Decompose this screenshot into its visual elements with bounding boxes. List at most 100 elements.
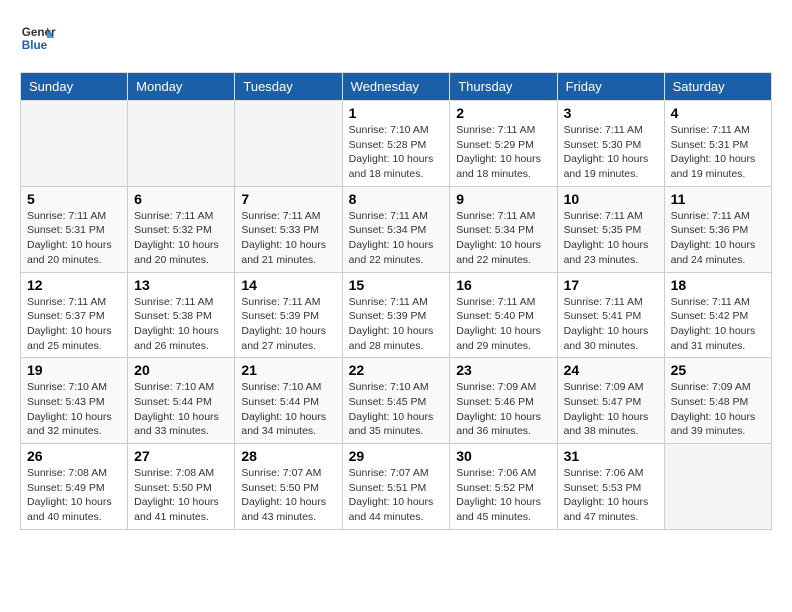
- day-info: Sunrise: 7:11 AMSunset: 5:39 PMDaylight:…: [241, 295, 335, 354]
- calendar-week-row: 5Sunrise: 7:11 AMSunset: 5:31 PMDaylight…: [21, 186, 772, 272]
- day-number: 11: [671, 191, 765, 207]
- calendar-day-cell: 4 Sunrise: 7:11 AMSunset: 5:31 PMDaylight…: [664, 101, 771, 187]
- day-info: Sunrise: 7:11 AMSunset: 5:37 PMDaylight:…: [27, 295, 121, 354]
- day-number: 22: [349, 362, 444, 378]
- day-number: 6: [134, 191, 228, 207]
- calendar-day-cell: 10 Sunrise: 7:11 AMSunset: 5:35 PMDayligh…: [557, 186, 664, 272]
- day-info: Sunrise: 7:11 AMSunset: 5:31 PMDaylight:…: [27, 209, 121, 268]
- day-info: Sunrise: 7:07 AMSunset: 5:51 PMDaylight:…: [349, 466, 444, 525]
- calendar-day-cell: 23 Sunrise: 7:09 AMSunset: 5:46 PMDayligh…: [450, 358, 557, 444]
- calendar-header-row: SundayMondayTuesdayWednesdayThursdayFrid…: [21, 73, 772, 101]
- day-info: Sunrise: 7:09 AMSunset: 5:46 PMDaylight:…: [456, 380, 550, 439]
- page-header: General Blue: [20, 20, 772, 56]
- day-number: 29: [349, 448, 444, 464]
- calendar-week-row: 19 Sunrise: 7:10 AMSunset: 5:43 PMDayligh…: [21, 358, 772, 444]
- calendar-header-saturday: Saturday: [664, 73, 771, 101]
- calendar-day-cell: 6 Sunrise: 7:11 AMSunset: 5:32 PMDaylight…: [128, 186, 235, 272]
- day-number: 27: [134, 448, 228, 464]
- day-info: Sunrise: 7:11 AMSunset: 5:32 PMDaylight:…: [134, 209, 228, 268]
- day-info: Sunrise: 7:06 AMSunset: 5:53 PMDaylight:…: [564, 466, 658, 525]
- day-info: Sunrise: 7:09 AMSunset: 5:48 PMDaylight:…: [671, 380, 765, 439]
- calendar-day-cell: [664, 444, 771, 530]
- day-info: Sunrise: 7:11 AMSunset: 5:33 PMDaylight:…: [241, 209, 335, 268]
- day-number: 23: [456, 362, 550, 378]
- calendar-day-cell: 13 Sunrise: 7:11 AMSunset: 5:38 PMDayligh…: [128, 272, 235, 358]
- calendar-day-cell: 3Sunrise: 7:11 AMSunset: 5:30 PMDaylight…: [557, 101, 664, 187]
- day-number: 28: [241, 448, 335, 464]
- calendar-day-cell: [235, 101, 342, 187]
- calendar-header-friday: Friday: [557, 73, 664, 101]
- calendar-week-row: 1 Sunrise: 7:10 AMSunset: 5:28 PMDaylight…: [21, 101, 772, 187]
- calendar-header-thursday: Thursday: [450, 73, 557, 101]
- calendar-day-cell: [21, 101, 128, 187]
- calendar-day-cell: 15 Sunrise: 7:11 AMSunset: 5:39 PMDayligh…: [342, 272, 450, 358]
- day-info: Sunrise: 7:10 AMSunset: 5:44 PMDaylight:…: [241, 380, 335, 439]
- calendar-day-cell: 25 Sunrise: 7:09 AMSunset: 5:48 PMDayligh…: [664, 358, 771, 444]
- day-info: Sunrise: 7:11 AMSunset: 5:38 PMDaylight:…: [134, 295, 228, 354]
- calendar-day-cell: 28 Sunrise: 7:07 AMSunset: 5:50 PMDayligh…: [235, 444, 342, 530]
- day-info: Sunrise: 7:11 AMSunset: 5:29 PMDaylight:…: [456, 123, 550, 182]
- calendar-day-cell: 5Sunrise: 7:11 AMSunset: 5:31 PMDaylight…: [21, 186, 128, 272]
- day-number: 7: [241, 191, 335, 207]
- day-number: 10: [564, 191, 658, 207]
- day-info: Sunrise: 7:11 AMSunset: 5:35 PMDaylight:…: [564, 209, 658, 268]
- day-info: Sunrise: 7:11 AMSunset: 5:31 PMDaylight:…: [671, 123, 765, 182]
- day-number: 9: [456, 191, 550, 207]
- day-number: 17: [564, 277, 658, 293]
- day-number: 21: [241, 362, 335, 378]
- calendar-header-sunday: Sunday: [21, 73, 128, 101]
- calendar-day-cell: 19 Sunrise: 7:10 AMSunset: 5:43 PMDayligh…: [21, 358, 128, 444]
- calendar-table: SundayMondayTuesdayWednesdayThursdayFrid…: [20, 72, 772, 530]
- day-number: 25: [671, 362, 765, 378]
- calendar-day-cell: 12 Sunrise: 7:11 AMSunset: 5:37 PMDayligh…: [21, 272, 128, 358]
- day-number: 30: [456, 448, 550, 464]
- calendar-day-cell: 16Sunrise: 7:11 AMSunset: 5:40 PMDayligh…: [450, 272, 557, 358]
- calendar-header-wednesday: Wednesday: [342, 73, 450, 101]
- day-number: 18: [671, 277, 765, 293]
- day-number: 19: [27, 362, 121, 378]
- day-info: Sunrise: 7:11 AMSunset: 5:41 PMDaylight:…: [564, 295, 658, 354]
- day-info: Sunrise: 7:08 AMSunset: 5:49 PMDaylight:…: [27, 466, 121, 525]
- calendar-day-cell: 30Sunrise: 7:06 AMSunset: 5:52 PMDayligh…: [450, 444, 557, 530]
- calendar-header-monday: Monday: [128, 73, 235, 101]
- day-number: 4: [671, 105, 765, 121]
- day-number: 31: [564, 448, 658, 464]
- day-info: Sunrise: 7:11 AMSunset: 5:39 PMDaylight:…: [349, 295, 444, 354]
- day-info: Sunrise: 7:11 AMSunset: 5:42 PMDaylight:…: [671, 295, 765, 354]
- day-info: Sunrise: 7:09 AMSunset: 5:47 PMDaylight:…: [564, 380, 658, 439]
- day-number: 1: [349, 105, 444, 121]
- day-number: 8: [349, 191, 444, 207]
- day-number: 12: [27, 277, 121, 293]
- calendar-day-cell: 26 Sunrise: 7:08 AMSunset: 5:49 PMDayligh…: [21, 444, 128, 530]
- day-number: 26: [27, 448, 121, 464]
- day-number: 20: [134, 362, 228, 378]
- calendar-day-cell: 21 Sunrise: 7:10 AMSunset: 5:44 PMDayligh…: [235, 358, 342, 444]
- day-info: Sunrise: 7:11 AMSunset: 5:30 PMDaylight:…: [564, 123, 658, 182]
- calendar-day-cell: 11 Sunrise: 7:11 AMSunset: 5:36 PMDayligh…: [664, 186, 771, 272]
- day-info: Sunrise: 7:10 AMSunset: 5:28 PMDaylight:…: [349, 123, 444, 182]
- day-number: 24: [564, 362, 658, 378]
- day-info: Sunrise: 7:10 AMSunset: 5:44 PMDaylight:…: [134, 380, 228, 439]
- calendar-header-tuesday: Tuesday: [235, 73, 342, 101]
- calendar-day-cell: 27 Sunrise: 7:08 AMSunset: 5:50 PMDayligh…: [128, 444, 235, 530]
- calendar-day-cell: 29 Sunrise: 7:07 AMSunset: 5:51 PMDayligh…: [342, 444, 450, 530]
- day-info: Sunrise: 7:10 AMSunset: 5:43 PMDaylight:…: [27, 380, 121, 439]
- day-info: Sunrise: 7:07 AMSunset: 5:50 PMDaylight:…: [241, 466, 335, 525]
- logo: General Blue: [20, 20, 56, 56]
- calendar-day-cell: 24 Sunrise: 7:09 AMSunset: 5:47 PMDayligh…: [557, 358, 664, 444]
- day-number: 14: [241, 277, 335, 293]
- day-info: Sunrise: 7:11 AMSunset: 5:34 PMDaylight:…: [456, 209, 550, 268]
- day-info: Sunrise: 7:11 AMSunset: 5:34 PMDaylight:…: [349, 209, 444, 268]
- calendar-day-cell: 20 Sunrise: 7:10 AMSunset: 5:44 PMDayligh…: [128, 358, 235, 444]
- calendar-day-cell: [128, 101, 235, 187]
- day-number: 13: [134, 277, 228, 293]
- calendar-day-cell: 31 Sunrise: 7:06 AMSunset: 5:53 PMDayligh…: [557, 444, 664, 530]
- day-info: Sunrise: 7:11 AMSunset: 5:36 PMDaylight:…: [671, 209, 765, 268]
- day-number: 15: [349, 277, 444, 293]
- calendar-day-cell: 9 Sunrise: 7:11 AMSunset: 5:34 PMDaylight…: [450, 186, 557, 272]
- calendar-day-cell: 7 Sunrise: 7:11 AMSunset: 5:33 PMDaylight…: [235, 186, 342, 272]
- day-number: 16: [456, 277, 550, 293]
- day-info: Sunrise: 7:10 AMSunset: 5:45 PMDaylight:…: [349, 380, 444, 439]
- day-info: Sunrise: 7:08 AMSunset: 5:50 PMDaylight:…: [134, 466, 228, 525]
- calendar-day-cell: 1 Sunrise: 7:10 AMSunset: 5:28 PMDaylight…: [342, 101, 450, 187]
